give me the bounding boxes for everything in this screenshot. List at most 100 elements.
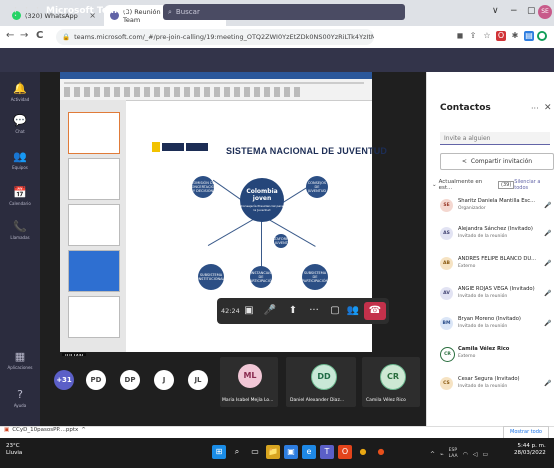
extension-icon[interactable]: O [496, 31, 506, 41]
avatar[interactable]: JL [188, 370, 208, 390]
participants-button[interactable]: 👥 [346, 304, 360, 318]
hang-up-button[interactable]: ☎ [364, 302, 386, 320]
app-launcher-icon[interactable]: ⋮⋮⋮ [10, 5, 43, 18]
section-label: Actualmente en est... [438, 179, 483, 191]
chevron-up-icon[interactable]: ^ [81, 427, 86, 433]
shared-app-ribbon [60, 72, 372, 101]
close-icon[interactable]: ✕ [544, 103, 552, 113]
person-role: Externo [458, 264, 476, 269]
address-bar: ← → C 🔒 teams.microsoft.com/_#/pre-join-… [0, 26, 554, 49]
more-options-icon[interactable]: ··· [531, 104, 539, 113]
store-icon[interactable]: ▣ [284, 445, 298, 459]
firefox-icon[interactable]: ● [374, 445, 388, 459]
rail-label: Llamadas [10, 235, 30, 240]
mic-muted-icon: 🎤 [544, 202, 552, 209]
rail-item-calls[interactable]: 📞 Llamadas [0, 220, 40, 240]
avatar[interactable]: PD [86, 370, 106, 390]
share-invite-button[interactable]: < Compartir invitación [440, 153, 554, 170]
avatar[interactable]: J [154, 370, 174, 390]
list-item[interactable]: BM Bryan Moreno (Invitado) Invitado de l… [440, 314, 554, 338]
more-actions-button[interactable]: ··· [307, 304, 321, 318]
person-role: Invitado de la reunión [458, 234, 508, 239]
person-role: Invitado de la reunión [458, 384, 508, 389]
rail-item-chat[interactable]: 💬 Chat [0, 114, 40, 134]
powerpoint-icon: ▣ [4, 427, 10, 433]
cast-icon[interactable]: ◼ [455, 31, 465, 41]
windows-start-icon[interactable]: ⊞ [212, 445, 226, 459]
avatar[interactable]: DP [120, 370, 140, 390]
avatar: BM [440, 317, 453, 330]
profile-icon[interactable]: ● [537, 31, 547, 41]
mic-button[interactable]: 🎤 [263, 304, 277, 318]
list-item[interactable]: CR Camila Vélez Rico Externo [440, 344, 554, 368]
list-item[interactable]: CS Cesar Segura (Invitado) Invitado de l… [440, 374, 554, 398]
list-item[interactable]: SE Sharitz Daniela Mantilla Esc... Organ… [440, 196, 554, 220]
chevron-up-icon[interactable]: ^ [430, 451, 435, 458]
rail-item-activity[interactable]: 🔔 Actividad [0, 82, 40, 102]
reload-button[interactable]: C [36, 30, 43, 41]
panel-title: Contactos [440, 103, 491, 113]
chat-toggle-button[interactable]: ▢ [328, 304, 342, 318]
participant-name: Maria Isabel Mejía Lo... [222, 398, 274, 403]
explorer-icon[interactable]: 📁 [266, 445, 280, 459]
chrome-icon[interactable]: ● [356, 445, 370, 459]
avatar: CR [440, 347, 455, 362]
tab-search-icon[interactable]: ∨ [492, 6, 499, 16]
rail-item-help[interactable]: ? Ayuda [0, 388, 40, 408]
system-tray[interactable]: ^ ⌁ ESP LAA ◠ ◁ ▭ [430, 448, 488, 460]
slide-thumbnails [60, 100, 126, 352]
search-input[interactable]: ⌕ Buscar [163, 4, 405, 20]
share-icon: < [461, 158, 467, 165]
avatar: CR [380, 364, 406, 390]
person-name: Bryan Moreno (Invitado) [458, 316, 521, 322]
participant-name: Camila Vélez Rico [366, 398, 406, 403]
invite-input[interactable] [440, 132, 550, 145]
mute-all-button[interactable]: Silenciar a todos [514, 179, 554, 191]
maximize-button[interactable]: ▢ [527, 6, 536, 16]
person-role: Externo [458, 354, 476, 359]
language-indicator[interactable]: ESP LAA [449, 448, 458, 460]
teams-taskbar-icon[interactable]: T [320, 445, 334, 459]
slide-thumbnail [68, 112, 120, 154]
edge-icon[interactable]: e [302, 445, 316, 459]
section-header[interactable]: ⌄ Actualmente en est... (39) Silenciar a… [432, 179, 554, 191]
share-icon[interactable]: ⇪ [468, 31, 478, 41]
star-icon[interactable]: ☆ [482, 31, 492, 41]
search-taskbar-icon[interactable]: ⌕ [230, 445, 244, 459]
overflow-participants-badge[interactable]: +31 [54, 370, 74, 390]
task-view-icon[interactable]: ▭ [248, 445, 262, 459]
weather-widget[interactable]: 23°C Lluvia [6, 443, 22, 457]
rail-item-calendar[interactable]: 📅 Calendario [0, 186, 40, 206]
list-item[interactable]: AV ANGIE ROJAS VEGA (Invitado) Invitado … [440, 284, 554, 308]
call-timer: 42:24 [221, 307, 240, 315]
contacts-panel [426, 72, 554, 426]
camera-off-button[interactable]: ▣ [242, 304, 256, 318]
section-count: (39) [498, 181, 515, 189]
avatar: AB [440, 257, 453, 270]
more-options-icon[interactable]: ··· [516, 6, 525, 16]
person-name: Sharitz Daniela Mantilla Esc... [458, 198, 536, 204]
time: 5:44 p. m. [517, 443, 546, 449]
puzzle-icon[interactable]: ✱ [510, 31, 520, 41]
rail-label: Equipos [12, 165, 28, 170]
avatar: AS [440, 227, 453, 240]
avatar[interactable]: SE [538, 5, 552, 19]
office-icon[interactable]: O [338, 445, 352, 459]
person-role: Invitado de la reunión [458, 294, 508, 299]
url-input[interactable]: 🔒 teams.microsoft.com/_#/pre-join-callin… [56, 29, 374, 45]
clock[interactable]: 5:44 p. m. 28/03/2022 [514, 443, 546, 457]
rail-item-apps[interactable]: ▦ Aplicaciones [0, 350, 40, 370]
person-name: ANGIE ROJAS VEGA (Invitado) [458, 286, 535, 292]
back-button[interactable]: ← [6, 30, 14, 41]
person-name: Cesar Segura (Invitado) [458, 376, 520, 382]
forward-button[interactable]: → [20, 30, 28, 41]
list-item[interactable]: AS Alejandra Sánchez (Invitado) Invitado… [440, 224, 554, 248]
download-item[interactable]: ▣ CCyD_10pasosPP....pptx ^ [4, 427, 86, 433]
extension-icon[interactable]: ▤ [524, 31, 534, 41]
temperature: 23°C [6, 443, 20, 449]
person-role: Organizador [458, 206, 486, 211]
diagram-center-node: Colombia joven Consejería Presidencial p… [240, 178, 284, 222]
share-screen-button[interactable]: ⬆ [286, 304, 300, 318]
rail-item-teams[interactable]: 👥 Equipos [0, 150, 40, 170]
list-item[interactable]: AB ANDRES FELIPE BLANCO DU... Externo 🎤 [440, 254, 554, 278]
